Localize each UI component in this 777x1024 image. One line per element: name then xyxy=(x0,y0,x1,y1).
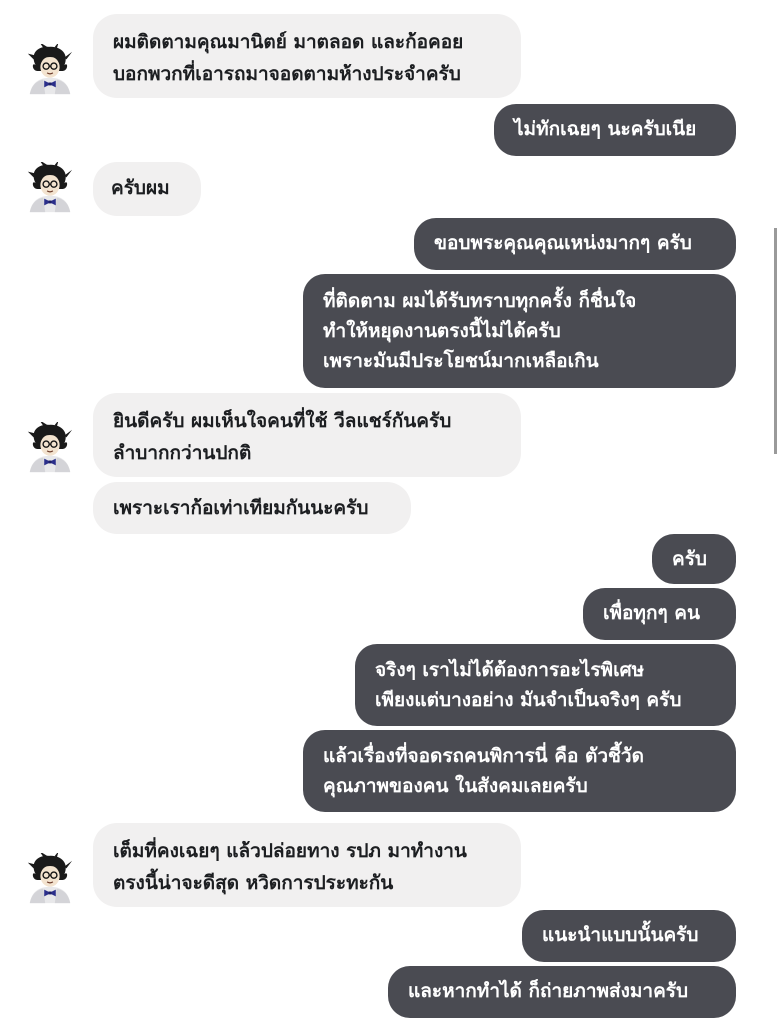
message-bubble[interactable]: เพราะเราก้อเท่าเทียมกันนะครับ xyxy=(93,482,411,534)
message-text: เพราะเราก้อเท่าเทียมกันนะครับ xyxy=(113,497,369,519)
message-text: ขอบพระคุณคุณเหน่งมากๆ ครับ xyxy=(434,232,692,254)
message-bubble[interactable]: จริงๆ เราไม่ได้ต้องการอะไรพิเศษ เพียงแต่… xyxy=(355,644,736,726)
message-bubble[interactable]: แนะนำแบบนั้นครับ xyxy=(522,910,736,962)
message-text: แนะนำแบบนั้นครับ xyxy=(542,924,699,946)
message-text: ตรงนี้น่าจะดีสุด หวิดการประทะกัน xyxy=(113,872,394,894)
avatar[interactable] xyxy=(24,422,76,474)
message-bubble[interactable]: ไม่ทักเฉยๆ นะครับเนีย xyxy=(494,104,736,156)
avatar[interactable] xyxy=(24,162,76,214)
message-text: ผมติดตามคุณมานิตย์ มาตลอด และก้อคอย xyxy=(113,31,464,53)
message-text: เพื่อทุกๆ คน xyxy=(603,602,700,624)
message-text: ครับ xyxy=(672,548,707,570)
message-bubble[interactable]: ที่ติดตาม ผมได้รับทราบทุกครั้ง ก็ชื่นใจ … xyxy=(303,274,736,388)
message-bubble[interactable]: และหากทำได้ ก็ถ่ายภาพส่งมาครับ xyxy=(388,966,736,1018)
message-bubble[interactable]: แล้วเรื่องที่จอดรถคนพิการนี่ คือ ตัวชี้ว… xyxy=(303,730,736,812)
message-text: ที่ติดตาม ผมได้รับทราบทุกครั้ง ก็ชื่นใจ xyxy=(323,290,637,312)
message-bubble[interactable]: เพื่อทุกๆ คน xyxy=(583,588,736,640)
message-bubble[interactable]: ขอบพระคุณคุณเหน่งมากๆ ครับ xyxy=(414,218,736,270)
message-text: ทำให้หยุดงานตรงนี้ไม่ได้ครับ xyxy=(323,320,561,342)
message-text: เพราะมันมีประโยชน์มากเหลือเกิน xyxy=(323,350,599,372)
message-text: และหากทำได้ ก็ถ่ายภาพส่งมาครับ xyxy=(408,980,689,1002)
message-bubble[interactable]: ครับ xyxy=(652,534,736,584)
message-text: แล้วเรื่องที่จอดรถคนพิการนี่ คือ ตัวชี้ว… xyxy=(323,745,644,767)
message-text: ยินดีครับ ผมเห็นใจคนที่ใช้ วีลแชร์กันครั… xyxy=(113,410,452,432)
message-text: เพียงแต่บางอย่าง มันจำเป็นจริงๆ ครับ xyxy=(375,689,682,711)
message-text: คุณภาพของคน ในสังคมเลยครับ xyxy=(323,775,588,797)
message-bubble[interactable]: เต็มที่คงเฉยๆ แล้วปล่อยทาง รปภ มาทำงาน ต… xyxy=(93,823,521,907)
message-text: ครับผม xyxy=(111,177,170,199)
message-bubble[interactable]: ยินดีครับ ผมเห็นใจคนที่ใช้ วีลแชร์กันครั… xyxy=(93,393,521,477)
message-text: เต็มที่คงเฉยๆ แล้วปล่อยทาง รปภ มาทำงาน xyxy=(113,840,467,862)
message-bubble[interactable]: ผมติดตามคุณมานิตย์ มาตลอด และก้อคอย บอกพ… xyxy=(93,14,521,98)
message-text: จริงๆ เราไม่ได้ต้องการอะไรพิเศษ xyxy=(375,659,645,681)
avatar[interactable] xyxy=(24,853,76,905)
avatar[interactable] xyxy=(24,44,76,96)
message-text: บอกพวกที่เอารถมาจอดตามห้างประจำครับ xyxy=(113,63,461,85)
message-text: ไม่ทักเฉยๆ นะครับเนีย xyxy=(514,118,697,140)
message-bubble[interactable]: ครับผม xyxy=(93,162,201,216)
message-text: ลำบากกว่านปกติ xyxy=(113,442,252,464)
